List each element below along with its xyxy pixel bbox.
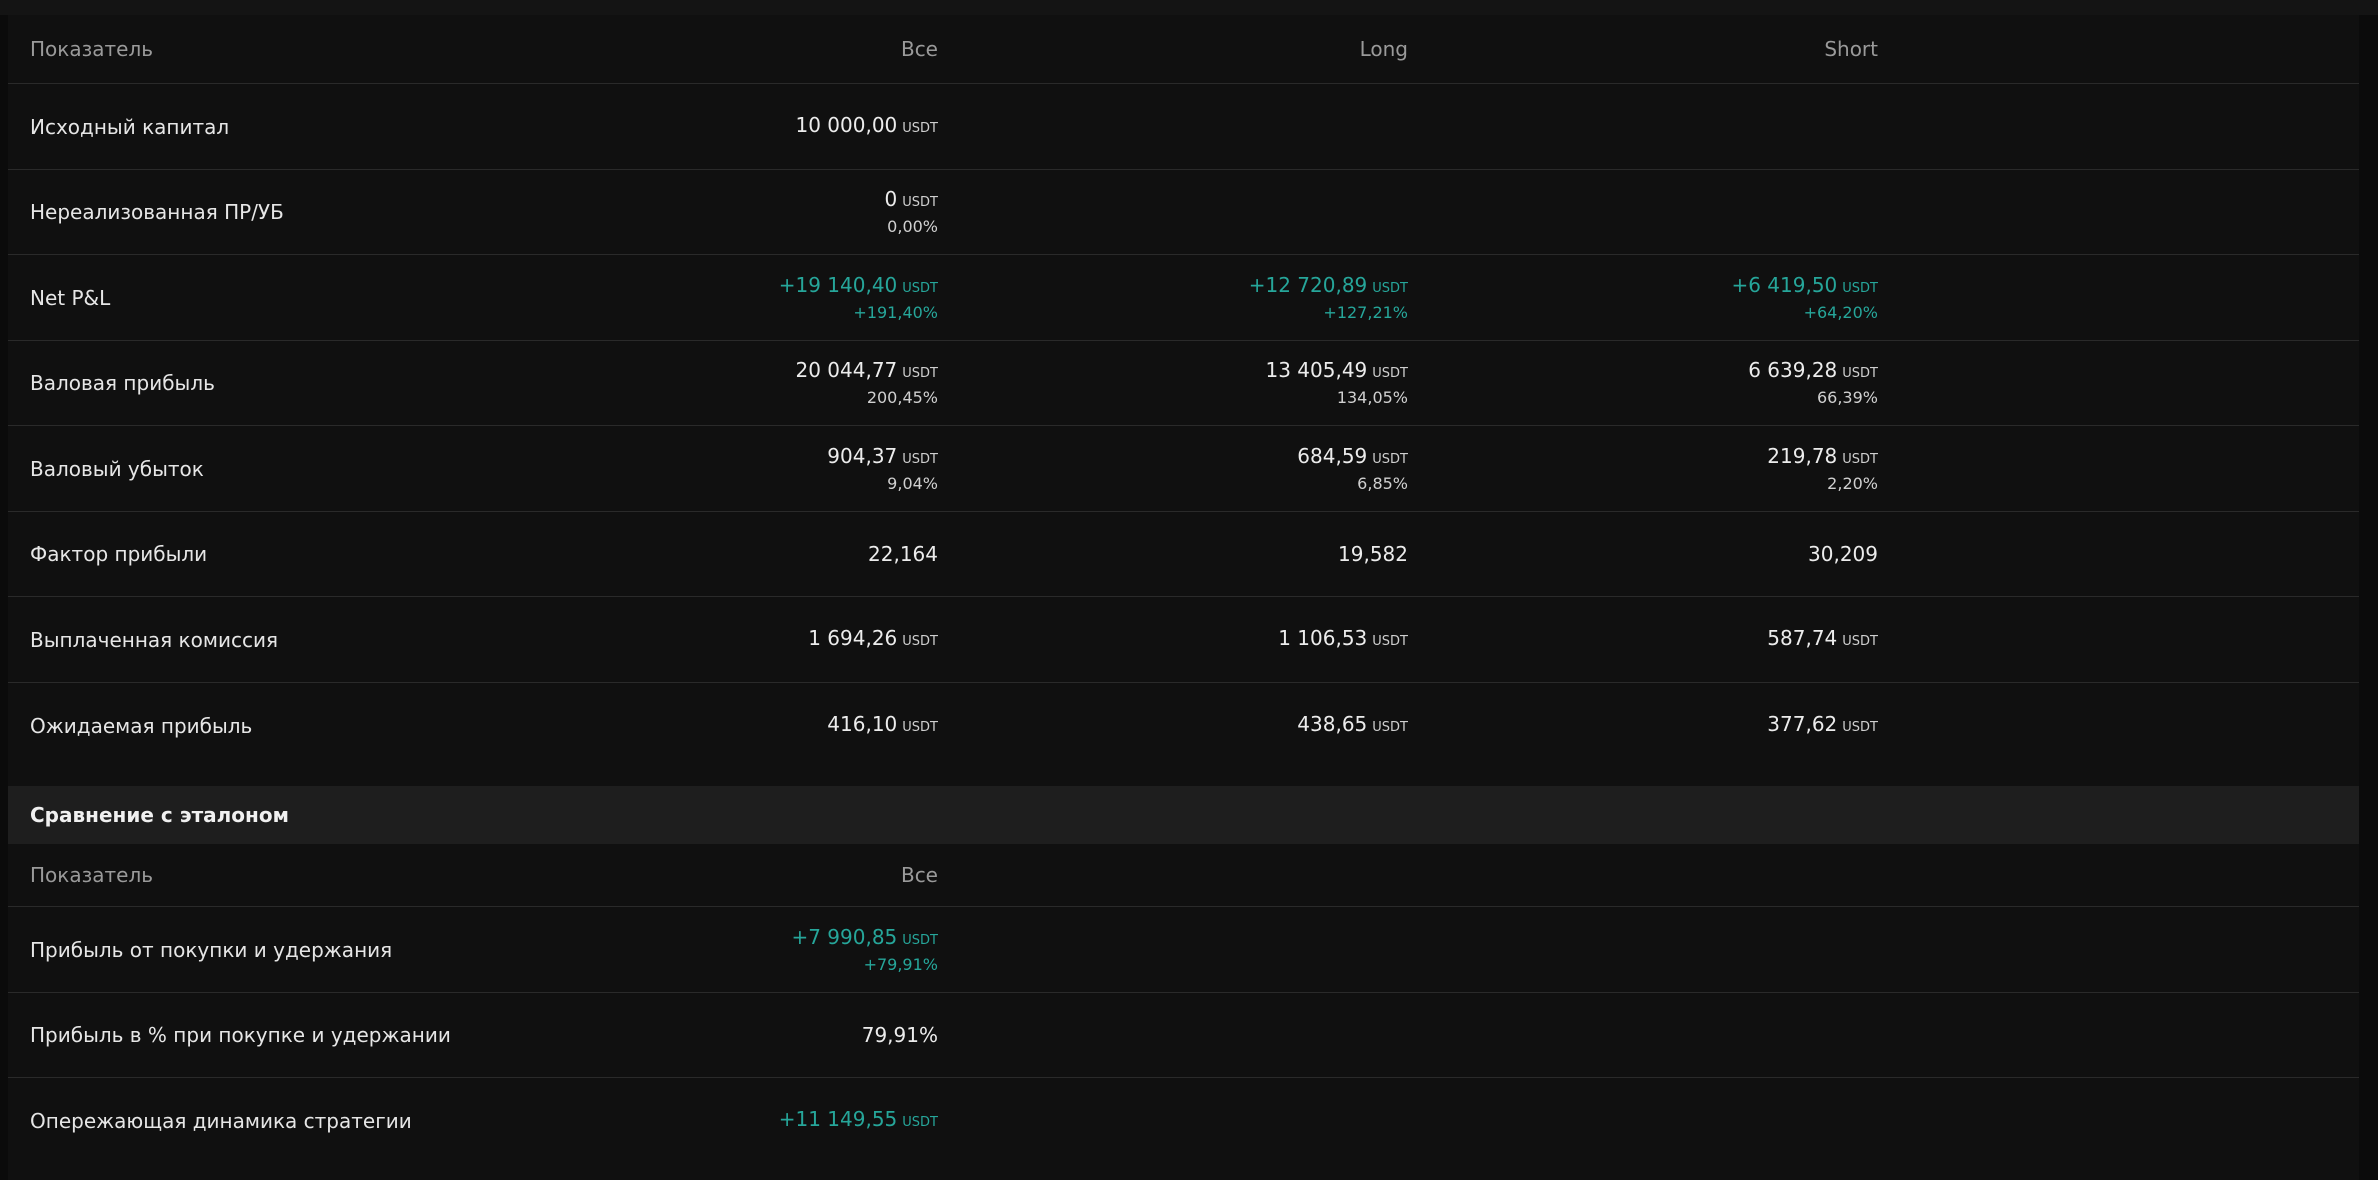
cell-all: +11 149,55 USDT <box>608 1078 938 1164</box>
cell-percent: 6,85% <box>1357 473 1408 493</box>
cell-percent: 200,45% <box>866 388 938 407</box>
cell-percent: +191,40% <box>853 302 938 322</box>
table-row: Net P&L +19 140,40 USDT +191,40% +12 720,… <box>8 255 2359 341</box>
benchmark-section-header: Сравнение с эталоном <box>8 786 2359 844</box>
cell-long: 13 405,49 USDT 134,05% <box>1078 341 1408 425</box>
cell-value: 438,65 USDT <box>1297 712 1408 736</box>
table-row: Опережающая динамика стратегии +11 149,5… <box>8 1078 2359 1164</box>
cell-percent: 9,04% <box>887 473 938 493</box>
cell-short: 587,74 USDT <box>1548 597 1878 682</box>
cell-all: +19 140,40 USDT +191,40% <box>608 255 938 340</box>
cell-value: 6 639,28 USDT <box>1748 358 1878 382</box>
cell-value: 587,74 USDT <box>1767 625 1878 650</box>
cell-percent: +127,21% <box>1323 302 1408 322</box>
cell-value: 0 USDT <box>884 187 938 211</box>
cell-value: +11 149,55 USDT <box>778 1107 938 1131</box>
cell-value: 904,37 USDT <box>827 443 938 468</box>
section-title: Сравнение с эталоном <box>30 803 289 827</box>
cell-all: 22,164 <box>608 512 938 596</box>
row-label: Прибыль в % при покупке и удержании <box>30 1023 451 1047</box>
cell-long: 1 106,53 USDT <box>1078 597 1408 682</box>
cell-all: 1 694,26 USDT <box>608 597 938 682</box>
header-long: Long <box>1359 37 1408 61</box>
cell-value: 30,209 <box>1808 542 1878 566</box>
benchmark-table-header: Показатель Все <box>8 844 2359 907</box>
cell-all: 0 USDT 0,00% <box>608 170 938 254</box>
cell-percent: 2,20% <box>1827 473 1878 493</box>
cell-all: 416,10 USDT <box>608 683 938 769</box>
cell-all: +7 990,85 USDT +79,91% <box>608 907 938 992</box>
table-row: Прибыль в % при покупке и удержании 79,9… <box>8 993 2359 1078</box>
cell-value: 13 405,49 USDT <box>1265 358 1408 382</box>
row-label: Фактор прибыли <box>30 542 208 566</box>
row-label: Опережающая динамика стратегии <box>30 1109 412 1133</box>
table-row: Фактор прибыли 22,164 19,582 30,209 <box>8 512 2359 597</box>
cell-value: +12 720,89 USDT <box>1248 272 1408 297</box>
table-row: Прибыль от покупки и удержания +7 990,85… <box>8 907 2359 993</box>
cell-short: 219,78 USDT 2,20% <box>1548 426 1878 511</box>
cell-all: 20 044,77 USDT 200,45% <box>608 341 938 425</box>
row-label: Исходный капитал <box>30 114 230 139</box>
cell-value: +7 990,85 USDT <box>791 924 938 949</box>
cell-long: +12 720,89 USDT +127,21% <box>1078 255 1408 340</box>
header-all: Все <box>900 863 938 887</box>
header-short: Short <box>1824 37 1878 61</box>
cell-all: 79,91% <box>608 993 938 1077</box>
cell-value: 22,164 <box>868 542 938 566</box>
cell-value: 219,78 USDT <box>1767 443 1878 468</box>
cell-all: 10 000,00 USDT <box>608 84 938 169</box>
header-metric: Показатель <box>30 863 154 887</box>
cell-long: 684,59 USDT 6,85% <box>1078 426 1408 511</box>
cell-value: +19 140,40 USDT <box>778 272 938 297</box>
cell-percent: 0,00% <box>887 217 938 236</box>
header-metric: Показатель <box>30 37 154 61</box>
performance-panel: Показатель Все Long Short Исходный капит… <box>8 15 2359 1180</box>
cell-short: 30,209 <box>1548 512 1878 596</box>
row-label: Нереализованная ПР/УБ <box>30 200 284 224</box>
cell-value: 1 694,26 USDT <box>808 625 938 650</box>
cell-value: 19,582 <box>1338 542 1408 566</box>
row-label: Валовый убыток <box>30 456 204 481</box>
cell-percent: 66,39% <box>1816 388 1878 407</box>
cell-value: 377,62 USDT <box>1767 712 1878 736</box>
header-all: Все <box>900 37 938 61</box>
cell-percent: +64,20% <box>1803 302 1878 322</box>
row-label: Прибыль от покупки и удержания <box>30 937 393 962</box>
table-row: Валовый убыток 904,37 USDT 9,04% 684,59 US… <box>8 426 2359 512</box>
table-row: Исходный капитал 10 000,00 USDT <box>8 84 2359 170</box>
cell-value: 1 106,53 USDT <box>1278 625 1408 650</box>
cell-value: +6 419,50 USDT <box>1731 272 1878 297</box>
top-strip <box>0 0 2378 15</box>
cell-percent: +79,91% <box>863 954 938 974</box>
table-row: Выплаченная комиссия 1 694,26 USDT 1 106,… <box>8 597 2359 683</box>
cell-value: 20 044,77 USDT <box>795 358 938 382</box>
cell-value: 79,91% <box>861 1023 938 1047</box>
cell-short: 6 639,28 USDT 66,39% <box>1548 341 1878 425</box>
cell-all: 904,37 USDT 9,04% <box>608 426 938 511</box>
cell-value: 684,59 USDT <box>1297 443 1408 468</box>
row-label: Net P&L <box>30 285 111 310</box>
row-label: Выплаченная комиссия <box>30 627 278 652</box>
cell-short: 377,62 USDT <box>1548 683 1878 769</box>
row-label: Валовая прибыль <box>30 371 215 395</box>
cell-short: +6 419,50 USDT +64,20% <box>1548 255 1878 340</box>
cell-value: 416,10 USDT <box>827 712 938 736</box>
cell-long: 19,582 <box>1078 512 1408 596</box>
right-gutter <box>2359 15 2378 1180</box>
table-header: Показатель Все Long Short <box>8 15 2359 84</box>
row-label: Ожидаемая прибыль <box>30 714 253 738</box>
cell-percent: 134,05% <box>1336 388 1408 407</box>
table-row: Нереализованная ПР/УБ 0 USDT 0,00% <box>8 170 2359 255</box>
cell-value: 10 000,00 USDT <box>795 112 938 137</box>
table-row: Валовая прибыль 20 044,77 USDT 200,45% 13… <box>8 341 2359 426</box>
table-row: Ожидаемая прибыль 416,10 USDT 438,65 USDT … <box>8 683 2359 769</box>
cell-long: 438,65 USDT <box>1078 683 1408 769</box>
